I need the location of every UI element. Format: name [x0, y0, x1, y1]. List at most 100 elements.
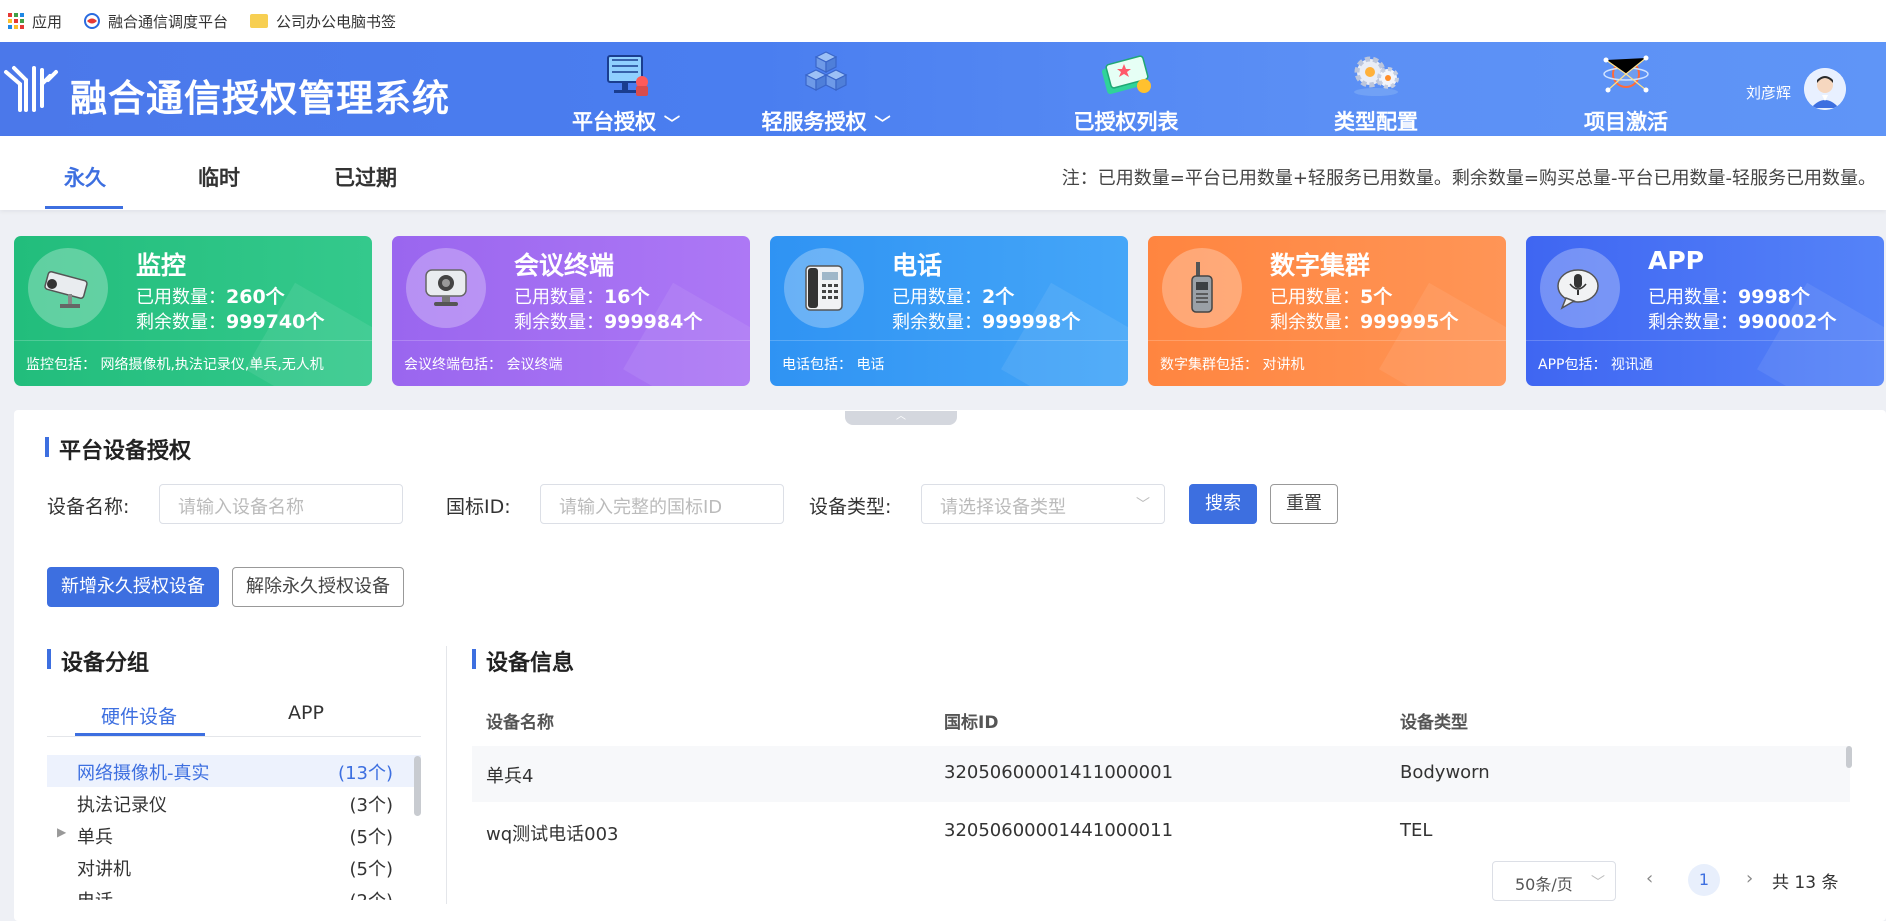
- group-list-scrollbar[interactable]: [414, 756, 421, 816]
- card-footer: 电话包括： 电话: [782, 357, 885, 373]
- cell-gbid: 32050600001411000001: [944, 762, 1174, 783]
- nav-label: 类型配置: [1334, 110, 1418, 134]
- stat-card-conference: 会议终端 已用数量：16个 剩余数量：999984个 会议终端包括： 会议终端: [392, 236, 750, 386]
- user-name[interactable]: 刘彦辉: [1746, 82, 1791, 103]
- expand-caret-icon[interactable]: ▶: [57, 825, 66, 839]
- gbid-placeholder: 请输入完整的国标ID: [559, 497, 723, 518]
- folder-icon: [250, 14, 269, 28]
- nav-label: 轻服务授权: [761, 110, 867, 134]
- group-name: 单兵: [77, 827, 113, 848]
- tab-temporary[interactable]: 临时: [198, 162, 240, 192]
- card-used: 已用数量：5个: [1270, 282, 1392, 309]
- table-row[interactable]: 单兵4 32050600001411000001 Bodyworn: [472, 746, 1850, 802]
- nav-label: 平台授权: [571, 110, 656, 134]
- group-item[interactable]: 电话 (2个): [47, 883, 421, 900]
- card-used: 已用数量：16个: [514, 282, 649, 309]
- device-name-placeholder: 请输入设备名称: [178, 497, 304, 518]
- nav-project-activate[interactable]: 项目激活: [1546, 50, 1706, 134]
- stat-card-surveillance: 监控 已用数量：260个 剩余数量：999740个 监控包括： 网络摄像机,执法…: [14, 236, 372, 386]
- nav-label: 项目激活: [1584, 110, 1668, 134]
- used-label: 已用数量：: [892, 287, 982, 308]
- used-label: 已用数量：: [136, 287, 226, 308]
- remain-value: 999984个: [604, 311, 703, 333]
- group-item[interactable]: 执法记录仪 (3个): [47, 787, 421, 819]
- card-remain: 剩余数量：999998个: [892, 307, 1080, 334]
- group-item[interactable]: 对讲机 (5个): [47, 851, 421, 883]
- stat-card-app: APP 已用数量：9998个 剩余数量：990002个 APP包括： 视讯通: [1526, 236, 1884, 386]
- nav-light-service-auth[interactable]: 轻服务授权 ﹀: [746, 50, 906, 134]
- nav-label: 已授权列表: [1073, 110, 1179, 134]
- column-header: 国标ID: [944, 713, 999, 733]
- chevron-down-icon: ﹀: [663, 114, 680, 133]
- next-page-button[interactable]: ›: [1746, 868, 1753, 889]
- cubes-icon: [804, 51, 848, 91]
- card-title: 会议终端: [514, 251, 615, 280]
- group-item[interactable]: 网络摄像机-真实 (13个): [47, 755, 421, 787]
- app-title: 融合通信授权管理系统: [70, 77, 450, 120]
- chevron-down-icon: ﹀: [874, 114, 891, 133]
- prev-page-button[interactable]: ‹: [1646, 868, 1653, 889]
- column-header: 设备类型: [1400, 713, 1468, 733]
- reset-button[interactable]: 重置: [1270, 484, 1338, 524]
- tab-permanent[interactable]: 永久: [64, 162, 106, 192]
- used-label: 已用数量：: [1648, 287, 1738, 308]
- device-type-placeholder: 请选择设备类型: [940, 497, 1066, 518]
- group-count: (5个): [349, 827, 394, 848]
- tab-app[interactable]: APP: [288, 702, 324, 724]
- chevron-down-icon: ﹀: [1591, 875, 1605, 891]
- cell-device-type: Bodyworn: [1400, 762, 1490, 783]
- device-table-scrollbar[interactable]: [1846, 746, 1852, 768]
- nav-authorized-list[interactable]: 已授权列表: [1046, 50, 1206, 134]
- cell-gbid: 32050600001441000011: [944, 820, 1174, 841]
- used-value: 16个: [604, 286, 650, 308]
- globe-icon: [84, 13, 101, 29]
- remain-label: 剩余数量：: [1648, 312, 1738, 333]
- camera-icon: [44, 271, 88, 308]
- tab-expired[interactable]: 已过期: [334, 162, 397, 192]
- group-count: (5个): [349, 859, 394, 880]
- tab-hardware-devices[interactable]: 硬件设备: [101, 702, 177, 729]
- desk-phone-icon: [805, 265, 843, 311]
- page-number-current[interactable]: 1: [1688, 864, 1720, 896]
- section-title-platform: 平台设备授权: [45, 433, 191, 465]
- remain-value: 999998个: [982, 311, 1081, 333]
- device-group-list: 网络摄像机-真实 (13个) 执法记录仪 (3个) ▶ 单兵 (5个) 对讲机 …: [47, 755, 421, 900]
- nav-type-config[interactable]: 类型配置: [1296, 50, 1456, 134]
- conference-camera-icon: [425, 269, 467, 306]
- add-permanent-auth-button[interactable]: 新增永久授权设备: [47, 567, 219, 607]
- auth-type-tabs: 永久 临时 已过期 注：已用数量=平台已用数量+轻服务已用数量。剩余数量=购买总…: [0, 136, 1886, 210]
- gbid-input[interactable]: 请输入完整的国标ID: [540, 484, 784, 524]
- group-count: (3个): [349, 795, 394, 816]
- group-item[interactable]: ▶ 单兵 (5个): [47, 819, 421, 851]
- used-label: 已用数量：: [1270, 287, 1360, 308]
- card-footer: APP包括： 视讯通: [1538, 357, 1653, 373]
- group-name: 电话: [77, 887, 113, 900]
- bookmark-office-folder[interactable]: 公司办公电脑书签: [250, 11, 396, 32]
- bookmark-apps[interactable]: 应用: [8, 11, 62, 32]
- remain-label: 剩余数量：: [1270, 312, 1360, 333]
- quantity-formula-note: 注：已用数量=平台已用数量+轻服务已用数量。剩余数量=购买总量-平台已用数量-轻…: [1061, 168, 1876, 189]
- remain-label: 剩余数量：: [136, 312, 226, 333]
- search-button[interactable]: 搜索: [1189, 484, 1257, 524]
- user-avatar[interactable]: [1804, 68, 1846, 110]
- page-size-select[interactable]: 50条/页 ﹀: [1492, 861, 1616, 901]
- cell-device-name: 单兵4: [486, 766, 534, 787]
- device-name-input[interactable]: 请输入设备名称: [159, 484, 403, 524]
- card-remain: 剩余数量：999984个: [514, 307, 702, 334]
- section-title-device-info: 设备信息: [472, 645, 574, 677]
- device-type-select[interactable]: 请选择设备类型 ﹀: [921, 484, 1165, 524]
- group-count: (2个): [350, 887, 394, 900]
- user-avatar-icon: [1804, 68, 1846, 110]
- card-title: 电话: [892, 251, 943, 280]
- remove-permanent-auth-button[interactable]: 解除永久授权设备: [232, 567, 404, 607]
- device-type-label: 设备类型:: [809, 496, 892, 518]
- bookmark-dispatch-platform[interactable]: 融合通信调度平台: [84, 11, 228, 32]
- stat-card-phone: 电话 已用数量：2个 剩余数量：999998个 电话包括： 电话: [770, 236, 1128, 386]
- table-row[interactable]: wq测试电话003 32050600001441000011 TEL: [472, 804, 1850, 860]
- bookmark-label: 应用: [32, 12, 63, 31]
- nav-platform-auth[interactable]: 平台授权 ﹀: [546, 50, 706, 134]
- group-count: (13个): [338, 763, 393, 784]
- device-table-header: 设备名称 国标ID 设备类型: [472, 700, 1850, 738]
- collapse-cards-handle[interactable]: ︿: [845, 411, 957, 425]
- column-header: 设备名称: [486, 713, 554, 733]
